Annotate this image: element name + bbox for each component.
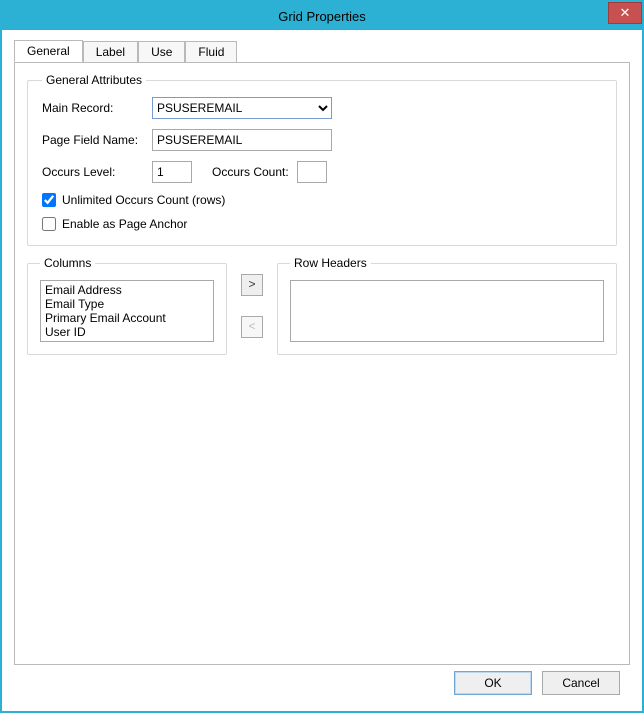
tab-general-label: General	[27, 44, 70, 58]
ok-button[interactable]: OK	[454, 671, 532, 695]
row-headers-listbox[interactable]	[290, 280, 604, 342]
occurs-count-label: Occurs Count:	[212, 165, 289, 179]
close-button[interactable]: ✕	[608, 2, 642, 24]
occurs-count-input[interactable]	[297, 161, 327, 183]
list-panes: Columns Email Address Email Type Primary…	[27, 256, 617, 355]
arrow-column: > <	[237, 256, 267, 355]
columns-listbox[interactable]: Email Address Email Type Primary Email A…	[40, 280, 214, 342]
row-headers-group: Row Headers	[277, 256, 617, 355]
general-attributes-legend: General Attributes	[42, 73, 146, 87]
unlimited-occurs-checkbox[interactable]	[42, 193, 56, 207]
move-right-button[interactable]: >	[241, 274, 263, 296]
columns-legend: Columns	[40, 256, 95, 270]
tab-page-general: General Attributes Main Record: PSUSEREM…	[14, 62, 630, 665]
enable-page-anchor-checkbox[interactable]	[42, 217, 56, 231]
main-record-combo[interactable]: PSUSEREMAIL	[152, 97, 332, 119]
tab-strip: General Label Use Fluid	[14, 40, 630, 63]
columns-group: Columns Email Address Email Type Primary…	[27, 256, 227, 355]
tab-label-label: Label	[96, 45, 125, 59]
title-bar: Grid Properties ✕	[2, 2, 642, 30]
general-attributes-group: General Attributes Main Record: PSUSEREM…	[27, 73, 617, 246]
chevron-right-icon: >	[248, 277, 255, 291]
page-field-name-input[interactable]	[152, 129, 332, 151]
tab-label[interactable]: Label	[83, 41, 138, 63]
row-headers-legend: Row Headers	[290, 256, 371, 270]
enable-page-anchor-label: Enable as Page Anchor	[62, 217, 187, 231]
occurs-level-input[interactable]	[152, 161, 192, 183]
tab-fluid[interactable]: Fluid	[185, 41, 237, 63]
ok-button-label: OK	[484, 676, 501, 690]
occurs-level-label: Occurs Level:	[42, 165, 152, 179]
window-title: Grid Properties	[278, 9, 365, 24]
page-field-name-label: Page Field Name:	[42, 133, 152, 147]
cancel-button-label: Cancel	[562, 676, 599, 690]
cancel-button[interactable]: Cancel	[542, 671, 620, 695]
main-record-label: Main Record:	[42, 101, 152, 115]
list-item[interactable]: Email Type	[45, 297, 209, 311]
tab-fluid-label: Fluid	[198, 45, 224, 59]
tab-use-label: Use	[151, 45, 172, 59]
tab-use[interactable]: Use	[138, 41, 185, 63]
grid-properties-dialog: Grid Properties ✕ General Label Use Flui…	[0, 0, 644, 713]
close-icon: ✕	[620, 5, 631, 20]
list-item[interactable]: User ID	[45, 325, 209, 339]
chevron-left-icon: <	[248, 319, 255, 333]
unlimited-occurs-label: Unlimited Occurs Count (rows)	[62, 193, 225, 207]
tab-general[interactable]: General	[14, 40, 83, 62]
client-area: General Label Use Fluid General Attribut…	[2, 30, 642, 711]
dialog-footer: OK Cancel	[14, 665, 630, 703]
move-left-button[interactable]: <	[241, 316, 263, 338]
list-item[interactable]: Email Address	[45, 283, 209, 297]
list-item[interactable]: Primary Email Account	[45, 311, 209, 325]
